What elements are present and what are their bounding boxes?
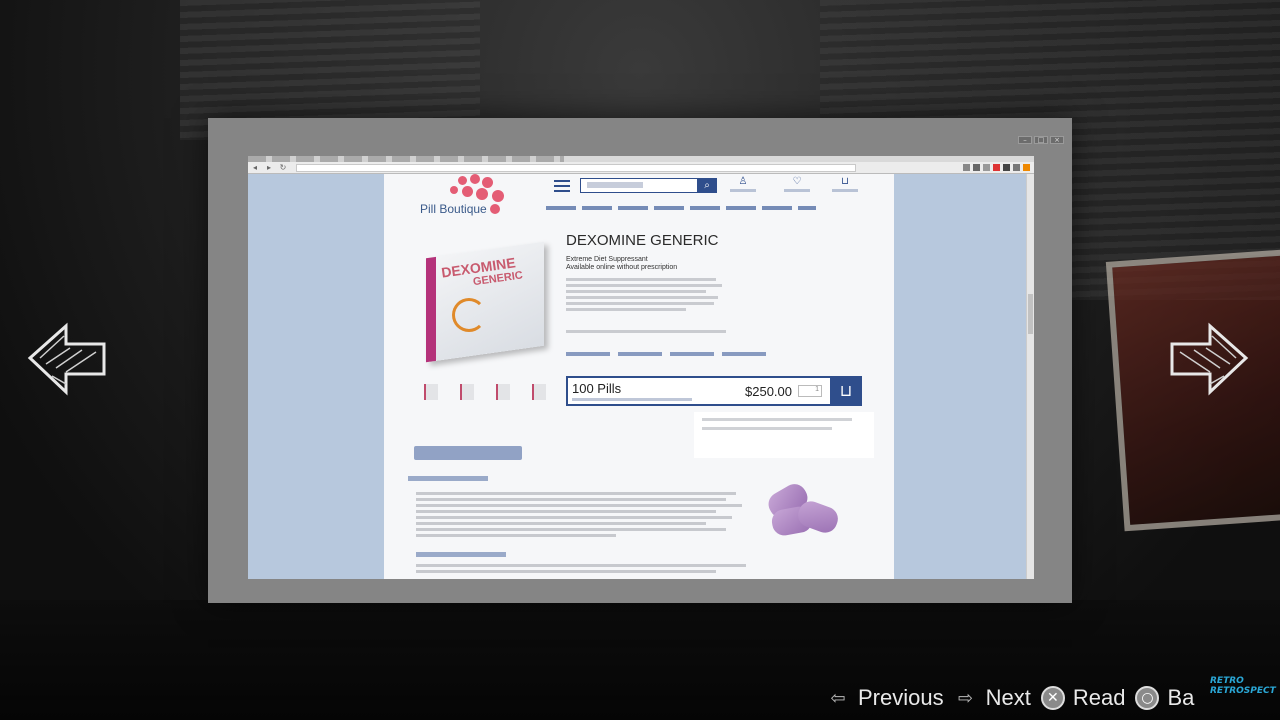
- breadcrumb: [546, 206, 816, 210]
- window-controls: – □ ×: [1018, 136, 1064, 144]
- watermark-line2: RETROSPECT: [1210, 686, 1276, 696]
- extension-icons: [963, 164, 1034, 171]
- next-prompt[interactable]: ⇨ Next: [954, 685, 1031, 711]
- forward-nav-icon: ▸: [266, 162, 271, 172]
- extension-icon: [963, 164, 970, 171]
- section-subheading-blurred: [408, 476, 488, 481]
- product-availability: Available online without prescription: [566, 264, 678, 271]
- previous-arrow-icon: ⇦: [830, 687, 846, 709]
- next-arrow-icon: ⇨: [958, 687, 974, 709]
- extension-icon: [983, 164, 990, 171]
- add-to-cart-icon: ⊔: [830, 376, 862, 406]
- web-page: Pill Boutique ⌕ ♙ ♡ ⊔ DEXOMINE GENERIC D…: [384, 174, 894, 579]
- extension-icon: [1013, 164, 1020, 171]
- logo-text: Pill Boutique: [420, 202, 487, 216]
- search-placeholder: [587, 182, 643, 188]
- magnifier-icon: ⌕: [697, 178, 717, 193]
- thumbnail: [424, 384, 438, 400]
- product-note-blurred: [566, 330, 726, 336]
- user-icon: ♙: [728, 176, 758, 192]
- product-box-image: DEXOMINE GENERIC: [426, 240, 554, 366]
- back-prompt[interactable]: ○ Ba: [1135, 685, 1194, 711]
- read-prompt[interactable]: ✕ Read: [1040, 685, 1126, 711]
- extension-icon: [1003, 164, 1010, 171]
- product-links: [566, 352, 772, 356]
- search-input: [580, 178, 698, 193]
- box-swirl-graphic: [452, 298, 486, 332]
- section-heading-blurred: [414, 446, 522, 460]
- previous-label: Previous: [858, 685, 944, 710]
- back-nav-icon: ◂: [252, 162, 257, 172]
- arrow-left-icon[interactable]: [26, 318, 108, 400]
- browser-toolbar: ◂ ▸ ↻: [248, 162, 1034, 174]
- next-label: Next: [985, 685, 1031, 710]
- description-paragraph-blurred: [416, 492, 746, 540]
- extension-icon: [993, 164, 1000, 171]
- arrow-right-icon[interactable]: [1168, 318, 1250, 400]
- price: $250.00: [745, 384, 792, 399]
- channel-watermark: RETRO RETROSPECT: [1210, 656, 1280, 720]
- quantity-label: 100 Pills: [572, 381, 622, 396]
- close-icon: ×: [1050, 136, 1064, 144]
- product-description-blurred: [566, 278, 726, 314]
- thumbnail: [532, 384, 546, 400]
- product-thumbnails: [424, 384, 546, 400]
- reload-icon: ↻: [279, 162, 287, 172]
- quantity-detail-blurred: [572, 398, 692, 401]
- thumbnail: [460, 384, 474, 400]
- back-label: Ba: [1167, 685, 1195, 710]
- product-title: DEXOMINE GENERIC: [566, 232, 719, 249]
- description-paragraph-blurred: [416, 564, 746, 576]
- previous-prompt[interactable]: ⇦ Previous: [826, 685, 944, 711]
- cross-button-icon: ✕: [1040, 686, 1065, 710]
- button-prompts: ⇦ Previous ⇨ Next ✕ Read ○ Ba: [826, 683, 1194, 713]
- pills-image: [764, 479, 844, 544]
- purchase-option: 100 Pills $250.00 1 ⊔: [566, 376, 862, 406]
- extension-icon: [973, 164, 980, 171]
- read-label: Read: [1072, 685, 1126, 710]
- watermark-line1: RETRO: [1210, 676, 1244, 686]
- shipping-note-blurred: [694, 412, 874, 458]
- scrollbar: [1026, 174, 1034, 579]
- site-logo: Pill Boutique: [420, 174, 530, 218]
- hamburger-icon: [554, 180, 570, 192]
- scrollbar-thumb: [1028, 294, 1033, 334]
- section-subheading-blurred: [416, 552, 506, 557]
- cart-icon: ⊔: [830, 176, 860, 192]
- photo-frame: – □ × ◂ ▸ ↻ Pill Boutique ⌕ ♙ ♡ ⊔ DEXOMI…: [208, 118, 1072, 603]
- minimize-icon: –: [1018, 136, 1032, 144]
- maximize-icon: □: [1034, 136, 1048, 144]
- heart-icon: ♡: [782, 176, 812, 192]
- quantity-select: 1: [798, 385, 822, 397]
- thumbnail: [496, 384, 510, 400]
- browser-window: ◂ ▸ ↻ Pill Boutique ⌕ ♙ ♡ ⊔ DEXOMINE GEN…: [248, 156, 1034, 579]
- address-bar: [296, 163, 856, 172]
- product-subtitle: Extreme Diet Suppressant: [566, 256, 648, 263]
- circle-button-icon: ○: [1135, 686, 1160, 710]
- extension-icon: [1023, 164, 1030, 171]
